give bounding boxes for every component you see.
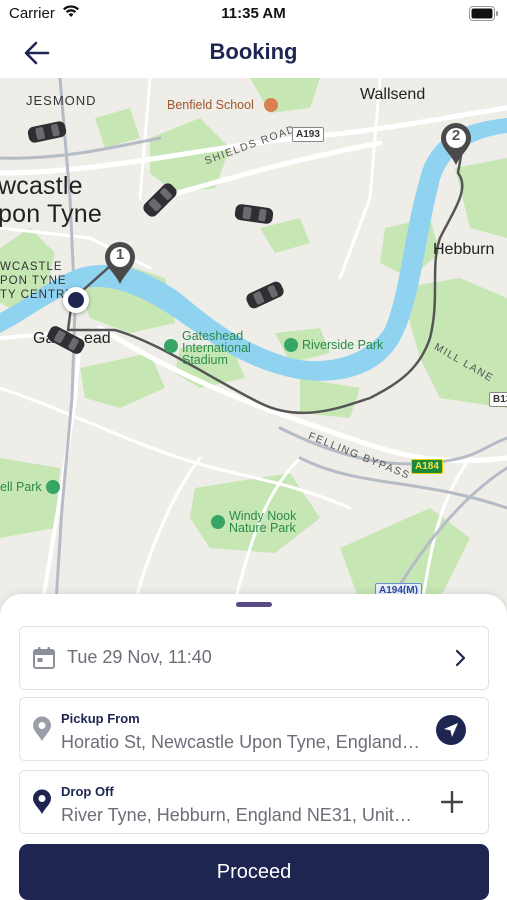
dropoff-field[interactable]: Drop Off River Tyne, Hebburn, England NE…	[19, 770, 489, 834]
status-bar: Carrier 11:35 AM	[0, 0, 507, 28]
pin-number: 2	[451, 127, 461, 144]
road-shield-a193: A193	[292, 127, 324, 142]
header-bar: Booking	[0, 28, 507, 78]
route-map[interactable]: JESMOND wcastle pon Tyne WCASTLE PON TYN…	[0, 78, 507, 618]
pin-number: 1	[115, 246, 125, 263]
park-icon	[164, 339, 178, 353]
map-label-city-centre-1: WCASTLE	[0, 261, 63, 273]
map-label-windy-nook-2: Nature Park	[229, 521, 296, 535]
location-pin-icon	[33, 716, 51, 741]
park-icon	[211, 515, 225, 529]
school-icon	[264, 98, 278, 112]
proceed-button[interactable]: Proceed	[19, 844, 489, 900]
page-title: Booking	[209, 39, 298, 64]
map-label-newcastle: wcastle	[0, 172, 83, 200]
map-label-stadium-3: Stadium	[182, 353, 228, 367]
chevron-right-icon[interactable]	[454, 648, 468, 668]
map-label-jesmond: JESMOND	[26, 93, 97, 108]
current-location-button[interactable]	[436, 715, 466, 745]
battery-icon	[469, 6, 499, 21]
map-label-city-centre-2: PON TYNE	[0, 275, 67, 287]
park-icon	[284, 338, 298, 352]
map-label-hebburn: Hebburn	[433, 241, 495, 258]
calendar-icon	[33, 647, 55, 669]
date-time-selector[interactable]: Tue 29 Nov, 11:40	[19, 626, 489, 690]
route-pin-2[interactable]: 2	[439, 122, 473, 166]
booking-sheet: Tue 29 Nov, 11:40 Pickup From Horatio St…	[0, 594, 507, 900]
map-label-benfield-school: Benfield School	[167, 98, 254, 112]
navigation-arrow-icon	[444, 723, 458, 737]
map-label-gateshead-end: ead	[84, 330, 111, 347]
route-pin-1[interactable]: 1	[103, 241, 137, 285]
map-label-hall-park: ell Park	[0, 480, 42, 494]
date-time-value: Tue 29 Nov, 11:40	[67, 647, 212, 667]
map-label-riverside-park: Riverside Park	[302, 338, 384, 352]
dropoff-address[interactable]: River Tyne, Hebburn, England NE31, Unite…	[61, 805, 421, 826]
dropoff-label: Drop Off	[61, 784, 114, 799]
current-location-marker	[63, 287, 89, 313]
add-stop-plus-icon[interactable]	[441, 791, 463, 813]
location-pin-filled-icon	[33, 789, 51, 814]
pickup-field[interactable]: Pickup From Horatio St, Newcastle Upon T…	[19, 697, 489, 761]
status-time: 11:35 AM	[221, 5, 286, 22]
pickup-label: Pickup From	[61, 711, 140, 726]
road-shield-a184: A184	[411, 459, 443, 474]
map-label-wallsend: Wallsend	[360, 86, 426, 103]
map-label-upon-tyne: pon Tyne	[0, 200, 103, 228]
pickup-address[interactable]: Horatio St, Newcastle Upon Tyne, England…	[61, 732, 421, 753]
road-shield-b13: B13	[489, 392, 507, 407]
drag-handle[interactable]	[236, 602, 272, 607]
park-icon	[46, 480, 60, 494]
